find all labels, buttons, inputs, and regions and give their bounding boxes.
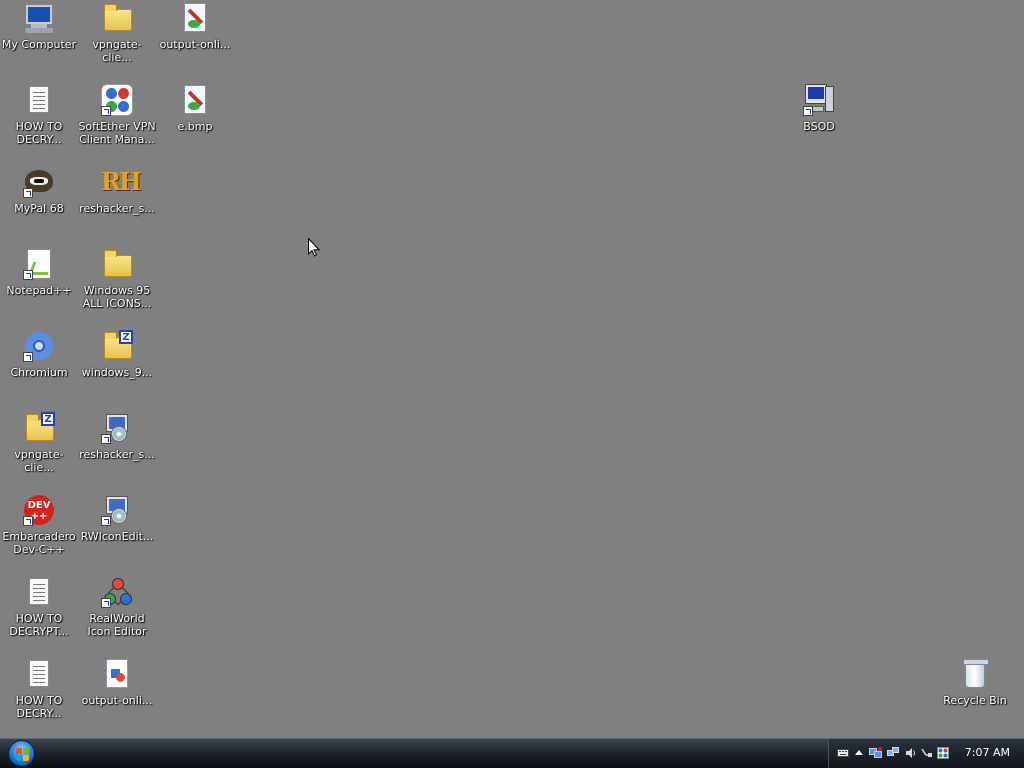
shortcut-arrow-icon [23, 352, 33, 362]
power-plug-icon[interactable] [921, 747, 933, 759]
icon-label: vpngate-clie... [92, 38, 142, 64]
bsod-shortcut[interactable]: BSOD [780, 84, 858, 133]
notepadpp-shortcut[interactable]: Notepad++ [0, 248, 78, 297]
shortcut-arrow-icon [101, 106, 111, 116]
vpngate-folder[interactable]: vpngate-clie... [78, 2, 156, 64]
icon-label: reshacker_s... [79, 448, 155, 461]
icon-label: HOW TO DECRYPT... [9, 612, 69, 638]
devcpp-shortcut[interactable]: DEV ++ Embarcadero Dev-C++ [0, 494, 78, 556]
computer-icon [803, 84, 835, 116]
shortcut-arrow-icon [101, 516, 111, 526]
vpngate-zip-file[interactable]: Z vpngate-clie... [0, 412, 78, 474]
mouse-cursor-icon [308, 238, 320, 257]
icon-label: Chromium [10, 366, 68, 379]
e-bmp-file[interactable]: e.bmp [156, 84, 234, 133]
icon-label: BSOD [803, 120, 835, 133]
shortcut-arrow-icon [101, 434, 111, 444]
realworld-icon-editor-shortcut[interactable]: RealWorld Icon Editor [78, 576, 156, 638]
icon-label: vpngate-clie... [14, 448, 64, 474]
icon-label: SoftEther VPN Client Mana... [78, 120, 156, 146]
icon-label: Windows 95 ALL ICONS... [82, 284, 152, 310]
chromium-shortcut[interactable]: Chromium [0, 330, 78, 379]
icon-label: HOW TO DECRY... [15, 694, 63, 720]
keyboard-icon[interactable] [837, 747, 849, 759]
image-document-icon [101, 658, 133, 690]
windows9-zip-file[interactable]: Z windows_9... [78, 330, 156, 379]
clock[interactable]: 7:07 AM [965, 746, 1010, 759]
realworld-editor-icon [101, 576, 133, 608]
how-to-decrypt-file[interactable]: HOW TO DECRYPT... [0, 576, 78, 638]
devcpp-icon: DEV ++ [23, 494, 55, 526]
chromium-icon [23, 330, 55, 362]
zip-folder-icon: Z [101, 330, 133, 362]
icon-label: output-onli... [159, 38, 231, 51]
text-document-icon [23, 658, 55, 690]
start-button[interactable] [4, 739, 38, 768]
setup-installer-icon [101, 494, 133, 526]
icon-label: Embarcadero Dev-C++ [2, 530, 76, 556]
text-document-icon [23, 84, 55, 116]
shortcut-arrow-icon [23, 516, 33, 526]
icon-label: Notepad++ [6, 284, 72, 297]
windows-logo-icon [8, 740, 35, 767]
bitmap-image-icon [179, 2, 211, 34]
reshacker-icon: RH [101, 167, 142, 196]
rwiconedit-shortcut[interactable]: RWIconEdit... [78, 494, 156, 543]
softether-vpn-icon [101, 84, 133, 116]
desktop: My Computer HOW TO DECRY... MyPal 68 Not… [0, 0, 1024, 738]
how-to-decry-file-1[interactable]: HOW TO DECRY... [0, 84, 78, 146]
folder-icon [101, 248, 133, 280]
output-online-file-top[interactable]: output-onli... [156, 2, 234, 51]
softether-tray-icon[interactable] [937, 747, 949, 759]
icon-label: HOW TO DECRY... [15, 120, 63, 146]
icon-label: reshacker_s... [79, 202, 155, 215]
reshacker-setup-shortcut[interactable]: reshacker_s... [78, 412, 156, 461]
shortcut-arrow-icon [803, 106, 813, 116]
network-icon[interactable] [887, 747, 899, 759]
computer-icon [23, 2, 55, 34]
zip-folder-icon: Z [23, 412, 55, 444]
icon-label: Recycle Bin [943, 694, 1007, 707]
bitmap-image-icon [179, 84, 211, 116]
shortcut-arrow-icon [23, 270, 33, 280]
folder-icon [101, 2, 133, 34]
network-error-icon[interactable] [869, 747, 883, 759]
notification-area: 7:07 AM [828, 739, 1024, 768]
taskbar: 7:07 AM [0, 738, 1024, 768]
my-computer-shortcut[interactable]: My Computer [0, 2, 78, 51]
icon-label: e.bmp [177, 120, 213, 133]
icon-label: My Computer [1, 38, 77, 51]
notepadpp-icon [23, 248, 55, 280]
output-online-file-bottom[interactable]: output-onli... [78, 658, 156, 707]
how-to-decry-file-2[interactable]: HOW TO DECRY... [0, 658, 78, 720]
mypal-raccoon-icon [23, 166, 55, 198]
icon-label: output-onli... [81, 694, 153, 707]
setup-installer-icon [101, 412, 133, 444]
shortcut-arrow-icon [23, 188, 33, 198]
text-document-icon [23, 576, 55, 608]
softether-shortcut[interactable]: SoftEther VPN Client Mana... [78, 84, 156, 146]
shortcut-arrow-icon [101, 598, 111, 608]
icon-label: RealWorld Icon Editor [87, 612, 147, 638]
icon-label: windows_9... [81, 366, 153, 379]
show-hidden-icons-icon[interactable] [853, 747, 865, 759]
recycle-bin-icon [959, 658, 991, 690]
mypal-shortcut[interactable]: MyPal 68 [0, 166, 78, 215]
volume-icon[interactable] [905, 747, 917, 759]
recycle-bin[interactable]: Recycle Bin [936, 658, 1014, 707]
reshacker-file-rh[interactable]: RH reshacker_s... [78, 166, 156, 216]
icon-label: RWIconEdit... [80, 530, 154, 543]
icon-label: MyPal 68 [14, 202, 64, 215]
windows95-icons-folder[interactable]: Windows 95 ALL ICONS... [78, 248, 156, 310]
